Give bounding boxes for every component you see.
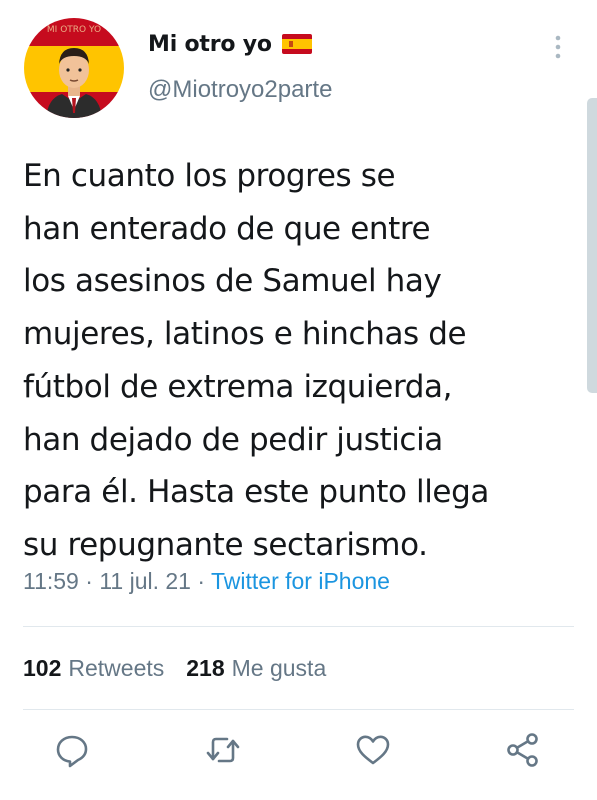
- scrollbar[interactable]: [587, 98, 597, 393]
- meta-separator: ·: [85, 568, 93, 594]
- avatar-text: MI OTRO YO: [47, 25, 101, 35]
- avatar[interactable]: MI OTRO YO: [24, 18, 124, 118]
- tweet-text-line: En cuanto los progres se: [23, 158, 396, 194]
- author-row: Mi otro yo: [148, 28, 312, 60]
- tweet-text-line: su repugnante sectarismo.: [23, 526, 428, 563]
- like-icon[interactable]: [353, 730, 393, 770]
- meta-separator: ·: [197, 568, 206, 594]
- tweet-text-line: han enterado de que entre: [23, 210, 431, 247]
- display-name[interactable]: Mi otro yo: [148, 32, 272, 57]
- divider: [23, 626, 574, 627]
- tweet-text: En cuanto los progres se han enterado de…: [23, 150, 583, 572]
- tweet-text-line: han dejado de pedir justicia: [23, 421, 443, 458]
- avatar-image: MI OTRO YO: [24, 18, 124, 118]
- tweet-date[interactable]: 11 jul. 21: [99, 568, 191, 594]
- tweet-metadata: 11:59 · 11 jul. 21 · Twitter for iPhone: [23, 568, 390, 595]
- retweet-icon[interactable]: [203, 730, 243, 770]
- tweet-time[interactable]: 11:59: [23, 568, 79, 594]
- reply-icon[interactable]: [52, 730, 92, 770]
- tweet-text-line: los asesinos de Samuel hay: [23, 263, 442, 300]
- action-bar: [0, 730, 597, 780]
- likes-label[interactable]: Me gusta: [232, 655, 327, 682]
- engagement-stats: 102 Retweets 218 Me gusta: [23, 652, 326, 684]
- share-icon[interactable]: [503, 730, 543, 770]
- more-options-icon[interactable]: [548, 32, 568, 62]
- spain-flag-icon: [281, 34, 312, 54]
- retweets-label[interactable]: Retweets: [68, 655, 164, 682]
- divider: [23, 709, 574, 710]
- tweet-text-line: fútbol de extrema izquierda,: [23, 368, 453, 405]
- retweets-count[interactable]: 102: [23, 655, 61, 682]
- likes-count[interactable]: 218: [186, 655, 224, 682]
- user-handle[interactable]: @Miotroyo2parte: [148, 76, 332, 104]
- tweet-text-line: mujeres, latinos e hinchas de: [23, 316, 467, 353]
- tweet-text-line: para él. Hasta este punto llega: [23, 474, 489, 511]
- tweet-source-link[interactable]: Twitter for iPhone: [211, 568, 390, 594]
